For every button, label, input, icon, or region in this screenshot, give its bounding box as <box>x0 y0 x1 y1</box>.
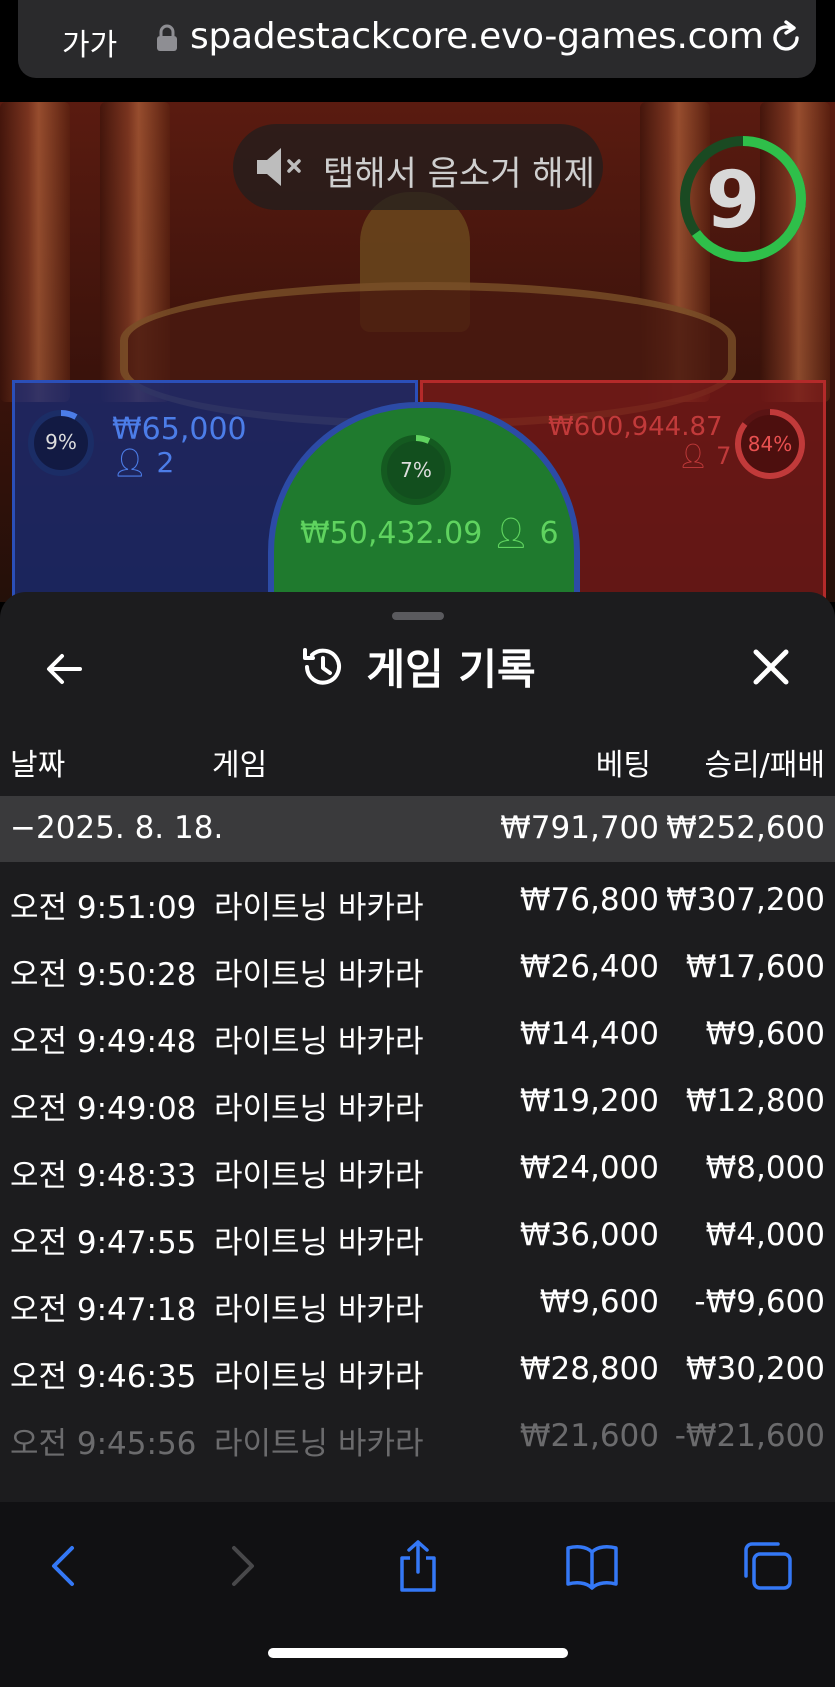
player-amount: ₩65,000 <box>112 412 247 447</box>
unmute-button[interactable]: 탭해서 음소거 해제 <box>233 124 603 210</box>
history-icon <box>303 647 342 685</box>
table-row[interactable]: 오전 9:46:35 라이트닝 바카라 ₩28,800 ₩30,200 <box>0 1339 835 1406</box>
column-date: 날짜 <box>10 748 66 783</box>
row-game: 라이트닝 바카라 <box>214 1426 424 1462</box>
row-bet: ₩21,600 <box>519 1418 659 1454</box>
summary-bet: ₩791,700 <box>500 810 659 846</box>
tie-amount: ₩50,432.09 <box>300 516 483 551</box>
game-history-sheet: 게임 기록 날짜 게임 베팅 승리/패배 −2025. 8. 18. ₩791,… <box>0 592 835 1502</box>
row-bet: ₩14,400 <box>519 1016 659 1052</box>
unmute-hint: 탭해서 음소거 해제 <box>323 154 595 194</box>
user-icon: 👤︎ <box>678 442 709 470</box>
row-game: 라이트닝 바카라 <box>214 1158 424 1194</box>
row-bet: ₩19,200 <box>519 1083 659 1119</box>
reload-icon[interactable] <box>766 18 806 58</box>
pillar-decoration <box>0 102 70 402</box>
row-time: 오전 9:51:09 <box>10 890 197 926</box>
back-icon[interactable] <box>36 1538 92 1594</box>
table-row[interactable]: 오전 9:48:33 라이트닝 바카라 ₩24,000 ₩8,000 <box>0 1138 835 1205</box>
row-game: 라이트닝 바카라 <box>214 1225 424 1261</box>
summary-win-loss: ₩252,600 <box>666 810 825 846</box>
row-game: 라이트닝 바카라 <box>214 1359 424 1395</box>
row-time: 오전 9:49:08 <box>10 1091 197 1127</box>
browser-toolbar <box>0 1502 835 1687</box>
tie-amount-row: ₩50,432.09 👤︎ 6 <box>300 516 559 551</box>
row-bet: ₩76,800 <box>519 882 659 918</box>
share-icon[interactable] <box>390 1538 446 1594</box>
countdown-value: 9 <box>705 156 761 246</box>
row-bet: ₩28,800 <box>519 1351 659 1387</box>
url-text[interactable]: spadestackcore.evo-games.com <box>190 16 764 57</box>
row-game: 라이트닝 바카라 <box>214 1024 424 1060</box>
live-game-video[interactable]: 탭해서 음소거 해제 9 9% ₩65,000 👤︎ 2 7% ₩50,432.… <box>0 102 835 602</box>
summary-date: −2025. 8. 18. <box>10 810 224 846</box>
banker-amount: ₩600,944.87 <box>548 412 723 442</box>
table-row[interactable]: 오전 9:47:18 라이트닝 바카라 ₩9,600 -₩9,600 <box>0 1272 835 1339</box>
player-count: 👤︎ 2 <box>112 446 174 479</box>
row-game: 라이트닝 바카라 <box>214 957 424 993</box>
row-time: 오전 9:46:35 <box>10 1359 197 1395</box>
row-time: 오전 9:47:18 <box>10 1292 197 1328</box>
row-time: 오전 9:48:33 <box>10 1158 197 1194</box>
row-bet: ₩26,400 <box>519 949 659 985</box>
close-icon[interactable] <box>746 642 796 692</box>
banker-count-value: 7 <box>716 442 732 470</box>
home-indicator <box>268 1648 568 1658</box>
speaker-muted-icon <box>257 148 301 186</box>
row-result: ₩30,200 <box>685 1351 825 1387</box>
bookmarks-icon[interactable] <box>564 1538 620 1594</box>
row-game: 라이트닝 바카라 <box>214 890 424 926</box>
sheet-title: 게임 기록 <box>366 645 536 694</box>
table-row[interactable]: 오전 9:45:56 라이트닝 바카라 ₩21,600 -₩21,600 <box>0 1406 835 1473</box>
column-bet: 베팅 <box>595 748 651 783</box>
row-time: 오전 9:45:56 <box>10 1426 197 1462</box>
table-header: 날짜 게임 베팅 승리/패배 <box>0 734 835 792</box>
tabs-icon[interactable] <box>740 1538 796 1594</box>
player-percent: 9% <box>45 430 77 454</box>
user-icon: 👤︎ <box>112 446 148 479</box>
lock-icon <box>157 24 177 51</box>
row-result: ₩17,600 <box>685 949 825 985</box>
row-game: 라이트닝 바카라 <box>214 1292 424 1328</box>
table-row[interactable]: 오전 9:50:28 라이트닝 바카라 ₩26,400 ₩17,600 <box>0 937 835 1004</box>
row-time: 오전 9:49:48 <box>10 1024 197 1060</box>
row-result: ₩12,800 <box>685 1083 825 1119</box>
sheet-header: 게임 기록 <box>0 636 835 697</box>
tie-percent: 7% <box>400 458 432 482</box>
banker-percent: 84% <box>747 432 793 456</box>
sheet-grabber[interactable] <box>392 612 444 620</box>
row-result: ₩4,000 <box>705 1217 825 1253</box>
row-game: 라이트닝 바카라 <box>214 1091 424 1127</box>
row-bet: ₩24,000 <box>519 1150 659 1186</box>
row-time: 오전 9:47:55 <box>10 1225 197 1261</box>
tie-count: 6 <box>539 516 559 551</box>
player-count-value: 2 <box>156 446 175 479</box>
date-summary-row[interactable]: −2025. 8. 18. ₩791,700 ₩252,600 <box>0 796 835 862</box>
row-bet: ₩9,600 <box>539 1284 659 1320</box>
table-row[interactable]: 오전 9:47:55 라이트닝 바카라 ₩36,000 ₩4,000 <box>0 1205 835 1272</box>
row-time: 오전 9:50:28 <box>10 957 197 993</box>
row-result: -₩21,600 <box>674 1418 825 1454</box>
browser-top-area: 가가 spadestackcore.evo-games.com <box>0 0 835 102</box>
address-bar[interactable]: 가가 spadestackcore.evo-games.com <box>18 0 816 78</box>
text-size-button[interactable]: 가가 <box>62 20 117 64</box>
forward-icon[interactable] <box>214 1538 270 1594</box>
table-row[interactable]: 오전 9:49:08 라이트닝 바카라 ₩19,200 ₩12,800 <box>0 1071 835 1138</box>
row-bet: ₩36,000 <box>519 1217 659 1253</box>
row-result: ₩8,000 <box>705 1150 825 1186</box>
table-row[interactable]: 오전 9:51:09 라이트닝 바카라 ₩76,800 ₩307,200 <box>0 870 835 937</box>
row-result: ₩9,600 <box>705 1016 825 1052</box>
row-result: -₩9,600 <box>694 1284 825 1320</box>
column-win-loss: 승리/패배 <box>704 748 825 783</box>
table-row[interactable]: 오전 9:49:48 라이트닝 바카라 ₩14,400 ₩9,600 <box>0 1004 835 1071</box>
column-game: 게임 <box>212 748 268 783</box>
row-result: ₩307,200 <box>666 882 825 918</box>
banker-count: 👤︎ 7 <box>678 442 731 470</box>
user-icon: 👤︎ <box>491 516 530 551</box>
